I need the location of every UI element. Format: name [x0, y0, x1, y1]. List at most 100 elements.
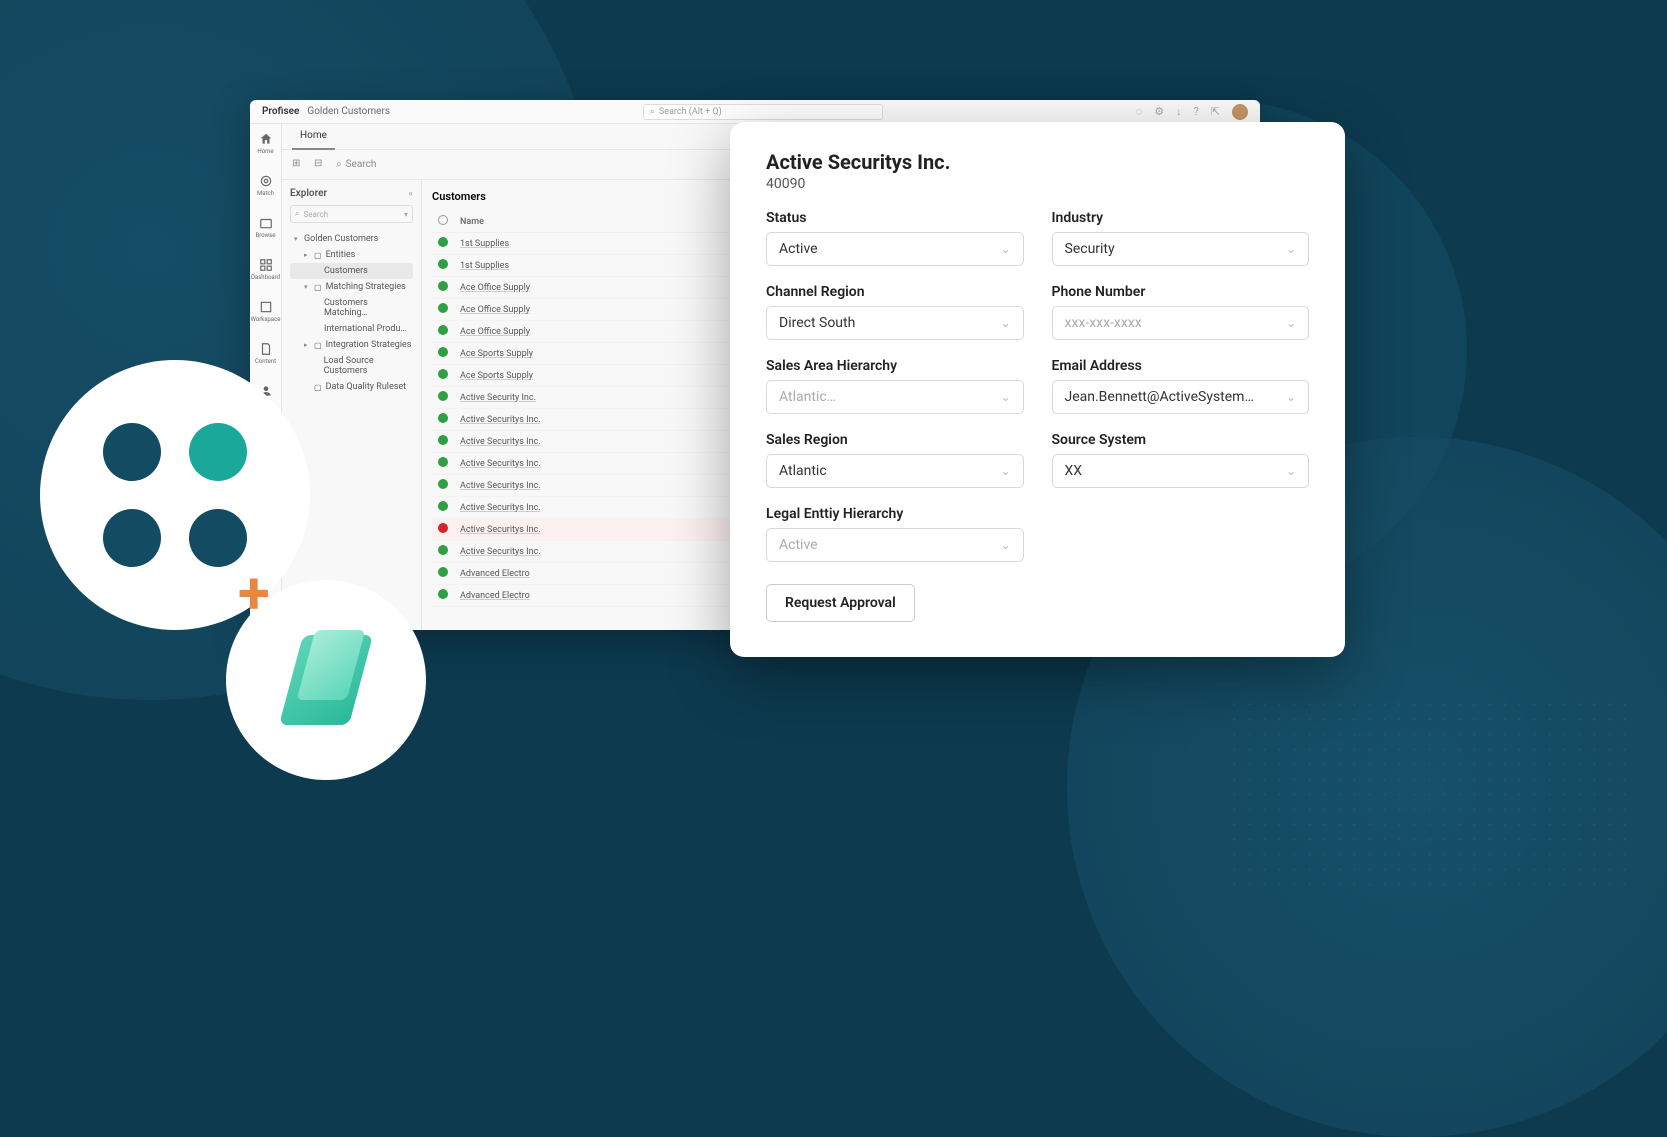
folder-icon: ▢ — [314, 283, 322, 292]
link-icon[interactable]: ⇱ — [1211, 105, 1220, 118]
status-dot-icon — [438, 237, 448, 247]
column-status[interactable] — [432, 211, 454, 233]
folder-icon: ▢ — [314, 383, 322, 392]
plus-icon: + — [238, 560, 270, 628]
tree-item[interactable]: Load Source Customers — [290, 353, 413, 379]
row-name: Active Security Inc. — [460, 393, 536, 403]
status-dot-icon — [438, 303, 448, 313]
row-name: 1st Supplies — [460, 239, 509, 249]
sales-area-label: Sales Area Hierarchy — [766, 358, 1024, 374]
email-input[interactable]: Jean.Bennett@ActiveSystem…⌄ — [1052, 380, 1310, 414]
phone-input[interactable]: xxx-xxx-xxxx⌄ — [1052, 306, 1310, 340]
dropdown-icon: ▾ — [404, 210, 408, 219]
status-dot-icon — [438, 281, 448, 291]
collapse-icon[interactable]: ⊞ — [292, 158, 306, 172]
detail-id: 40090 — [766, 176, 1309, 192]
row-name: Active Securitys Inc. — [460, 415, 541, 425]
tree-item[interactable]: ▾Golden Customers — [290, 231, 413, 247]
source-system-select[interactable]: XX⌄ — [1052, 454, 1310, 488]
detail-panel: Active Securitys Inc. 40090 Status Activ… — [730, 122, 1345, 657]
sales-region-select[interactable]: Atlantic⌄ — [766, 454, 1024, 488]
sales-area-select[interactable]: Atlantic…⌄ — [766, 380, 1024, 414]
row-name: Active Securitys Inc. — [460, 547, 541, 557]
row-name: Ace Sports Supply — [460, 349, 533, 359]
row-name: Advanced Electro — [460, 569, 530, 579]
tree-item[interactable]: Customers — [290, 263, 413, 279]
request-approval-button[interactable]: Request Approval — [766, 584, 915, 622]
global-search-input[interactable]: ⌕ Search (Alt + Q) — [643, 104, 883, 120]
status-dot-icon — [438, 369, 448, 379]
status-dot-icon — [438, 347, 448, 357]
source-system-label: Source System — [1052, 432, 1310, 448]
gear-icon[interactable]: ⚙ — [1154, 105, 1164, 118]
row-name: 1st Supplies — [460, 261, 509, 271]
sales-region-label: Sales Region — [766, 432, 1024, 448]
legal-entity-label: Legal Enttiy Hierarchy — [766, 506, 1024, 522]
tree-item[interactable]: ▢Data Quality Ruleset — [290, 379, 413, 395]
tree-item[interactable]: International Produ… — [290, 321, 413, 337]
titlebar: Profisee Golden Customers ⌕ Search (Alt … — [250, 100, 1260, 124]
explorer-panel: Explorer « ⌕ Search ▾ ▾Golden Customers▸… — [282, 180, 422, 630]
tab-home[interactable]: Home — [292, 124, 335, 150]
status-dot-icon — [438, 435, 448, 445]
phone-label: Phone Number — [1052, 284, 1310, 300]
brand-name: Profisee — [262, 106, 299, 117]
search-icon: ⌕ — [650, 107, 655, 117]
row-name: Active Securitys Inc. — [460, 481, 541, 491]
row-name: Active Securitys Inc. — [460, 525, 541, 535]
channel-region-select[interactable]: Direct South⌄ — [766, 306, 1024, 340]
help-icon[interactable]: ? — [1194, 105, 1199, 118]
nav-workspace[interactable]: Workspace — [256, 300, 276, 328]
expand-icon[interactable]: ⊟ — [314, 158, 328, 172]
global-search-placeholder: Search (Alt + Q) — [659, 107, 722, 117]
nav-content[interactable]: Content — [256, 342, 276, 370]
row-name: Ace Office Supply — [460, 305, 530, 315]
status-dot-icon — [438, 391, 448, 401]
industry-label: Industry — [1052, 210, 1310, 226]
row-name: Ace Office Supply — [460, 283, 530, 293]
search-icon: ⌕ — [295, 209, 299, 219]
nav-dashboard[interactable]: Dashboard — [256, 258, 276, 286]
explorer-search-input[interactable]: ⌕ Search ▾ — [290, 205, 413, 223]
row-name: Active Securitys Inc. — [460, 503, 541, 513]
status-dot-icon — [438, 413, 448, 423]
status-dot-icon — [438, 325, 448, 335]
folder-icon: ▢ — [314, 251, 322, 260]
status-select[interactable]: Active⌄ — [766, 232, 1024, 266]
chevron-down-icon: ⌄ — [1000, 464, 1010, 478]
bell-icon[interactable]: ◌ — [1136, 105, 1143, 118]
breadcrumb: Golden Customers — [307, 106, 390, 117]
toolbar-search[interactable]: ⌕Search — [336, 159, 416, 170]
status-label: Status — [766, 210, 1024, 226]
tree-item[interactable]: ▸▢Integration Strategies — [290, 337, 413, 353]
nav-home[interactable]: Home — [256, 132, 276, 160]
status-dot-icon — [438, 479, 448, 489]
nav-match[interactable]: Match — [256, 174, 276, 202]
chevron-down-icon: ⌄ — [1286, 316, 1296, 330]
nav-browse[interactable]: Browse — [256, 216, 276, 244]
status-dot-icon — [438, 259, 448, 269]
status-dot-icon — [438, 567, 448, 577]
tree-item[interactable]: Customers Matching… — [290, 295, 413, 321]
tree-item[interactable]: ▾▢Matching Strategies — [290, 279, 413, 295]
status-dot-icon — [438, 457, 448, 467]
status-dot-icon — [438, 545, 448, 555]
status-dot-icon — [438, 501, 448, 511]
chevron-down-icon: ⌄ — [1000, 316, 1010, 330]
row-name: Active Securitys Inc. — [460, 437, 541, 447]
chevron-down-icon: ⌄ — [1000, 390, 1010, 404]
chevron-down-icon: ⌄ — [1286, 242, 1296, 256]
row-name: Ace Office Supply — [460, 327, 530, 337]
email-label: Email Address — [1052, 358, 1310, 374]
detail-title: Active Securitys Inc. — [766, 150, 1309, 174]
tree-item[interactable]: ▸▢Entities — [290, 247, 413, 263]
industry-select[interactable]: Security⌄ — [1052, 232, 1310, 266]
collapse-explorer-icon[interactable]: « — [409, 189, 413, 199]
status-dot-icon — [438, 589, 448, 599]
chevron-down-icon: ⌄ — [1000, 242, 1010, 256]
channel-region-label: Channel Region — [766, 284, 1024, 300]
download-icon[interactable]: ↓ — [1176, 105, 1182, 118]
legal-entity-select[interactable]: Active⌄ — [766, 528, 1024, 562]
status-dot-icon — [438, 523, 448, 533]
avatar[interactable] — [1232, 104, 1248, 120]
